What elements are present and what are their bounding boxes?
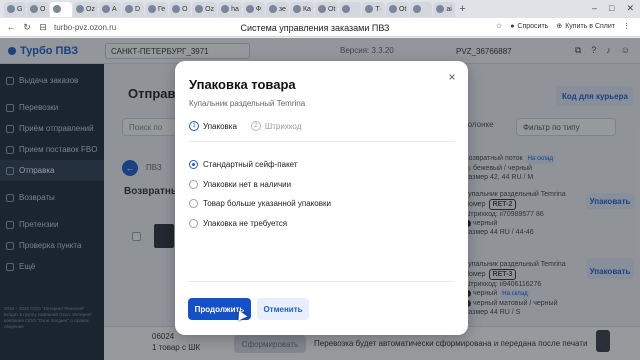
tab-favicon-icon bbox=[147, 5, 156, 13]
ask-icon: ● bbox=[510, 22, 515, 30]
browser-tab[interactable]: Ф bbox=[242, 1, 265, 17]
cancel-button[interactable]: Отменить bbox=[257, 298, 309, 320]
tab-favicon-icon bbox=[436, 5, 445, 13]
browser-tab[interactable]: ha bbox=[218, 1, 242, 17]
split-button[interactable]: ⊕ Купить в Сплит bbox=[556, 22, 615, 31]
browser-tab[interactable]: зе bbox=[265, 1, 289, 17]
step-label: Штрихкод bbox=[264, 121, 302, 131]
browser-tab-strip: G O Oz A D Ге О Oz ha Ф зе Ка Ot Т· Ot a… bbox=[0, 0, 640, 18]
option-item-larger[interactable]: Товар больше указанной упаковки bbox=[189, 194, 454, 214]
radio-button[interactable] bbox=[189, 179, 198, 189]
tab-favicon-icon bbox=[172, 5, 181, 13]
ask-button[interactable]: ● Спросить bbox=[510, 23, 548, 30]
back-arrow-icon[interactable]: ← bbox=[6, 22, 16, 32]
browser-tab-active[interactable] bbox=[50, 1, 72, 17]
bookmark-star-icon[interactable]: ☆ bbox=[496, 22, 502, 30]
option-standard-safe-bag[interactable]: Стандартный сейф-пакет bbox=[189, 155, 454, 175]
maximize-icon[interactable]: □ bbox=[609, 3, 614, 14]
step-label: Упаковка bbox=[203, 121, 237, 131]
tab-favicon-icon bbox=[30, 5, 38, 13]
close-window-icon[interactable]: ✕ bbox=[626, 3, 634, 14]
browser-tab[interactable]: О bbox=[169, 1, 192, 17]
browser-tab[interactable]: Ге bbox=[144, 1, 169, 17]
site-info-icon[interactable]: ⊟ bbox=[38, 22, 48, 33]
packaging-dialog: × Упаковка товара Купальник раздельный T… bbox=[175, 61, 468, 335]
browser-tab[interactable]: Ка bbox=[289, 1, 314, 17]
tab-favicon-icon bbox=[7, 5, 15, 13]
tab-favicon-icon bbox=[76, 5, 84, 13]
tab-favicon-icon bbox=[365, 5, 374, 13]
menu-dots-icon[interactable]: ⋮ bbox=[623, 22, 630, 30]
url-field[interactable]: turbo-pvz.ozon.ru bbox=[54, 23, 174, 32]
page-caption: Система управления заказами ПВЗ bbox=[240, 23, 390, 33]
radio-button[interactable] bbox=[189, 160, 198, 170]
reload-icon[interactable]: ↻ bbox=[22, 22, 32, 33]
tab-favicon-icon bbox=[53, 5, 61, 13]
tab-favicon-icon bbox=[124, 5, 133, 13]
stepper: 1 Упаковка 2 Штрихкод bbox=[189, 121, 301, 131]
minimize-icon[interactable]: – bbox=[592, 3, 597, 14]
new-tab-button[interactable]: + bbox=[459, 3, 465, 15]
option-no-packaging[interactable]: Упаковки нет в наличии bbox=[189, 175, 454, 195]
browser-actions: ☆ ● Спросить ⊕ Купить в Сплит ⋮ bbox=[496, 22, 630, 31]
tab-favicon-icon bbox=[388, 5, 397, 13]
tab-favicon-icon bbox=[317, 5, 326, 13]
browser-tab[interactable]: A bbox=[98, 1, 121, 17]
tab-favicon-icon bbox=[292, 5, 301, 13]
radio-button[interactable] bbox=[189, 199, 198, 209]
close-icon[interactable]: × bbox=[446, 71, 458, 83]
tab-favicon-icon bbox=[245, 5, 254, 13]
cart-icon: ⊕ bbox=[556, 23, 563, 30]
browser-tab[interactable] bbox=[410, 1, 433, 17]
tab-favicon-icon bbox=[342, 5, 351, 13]
tab-favicon-icon bbox=[101, 5, 110, 13]
dialog-subtitle: Купальник раздельный Temrina bbox=[189, 99, 306, 108]
tab-favicon-icon bbox=[195, 5, 204, 13]
browser-tab[interactable]: D bbox=[121, 1, 144, 17]
step-number: 1 bbox=[189, 121, 199, 131]
browser-tab[interactable]: ai bbox=[433, 1, 456, 17]
browser-tab[interactable]: Ot bbox=[385, 1, 410, 17]
browser-tab[interactable]: Oz bbox=[73, 1, 98, 17]
browser-tab[interactable]: Т· bbox=[362, 1, 385, 17]
browser-tab[interactable]: Oz bbox=[192, 1, 218, 17]
browser-tab[interactable] bbox=[339, 1, 362, 17]
tab-favicon-icon bbox=[221, 5, 230, 13]
browser-tab[interactable]: O bbox=[27, 1, 49, 17]
tab-favicon-icon bbox=[268, 5, 277, 13]
option-not-required[interactable]: Упаковка не требуется bbox=[189, 214, 454, 234]
tab-favicon-icon bbox=[413, 5, 422, 13]
divider bbox=[189, 281, 454, 282]
window-controls: – □ ✕ bbox=[592, 3, 634, 14]
browser-tab[interactable]: G bbox=[4, 1, 26, 17]
dialog-title: Упаковка товара bbox=[189, 77, 296, 92]
divider bbox=[189, 141, 454, 142]
browser-tab[interactable]: Ot bbox=[314, 1, 339, 17]
step-number: 2 bbox=[250, 121, 261, 131]
radio-button[interactable] bbox=[189, 218, 198, 228]
packaging-options: Стандартный сейф-пакет Упаковки нет в на… bbox=[189, 155, 454, 233]
